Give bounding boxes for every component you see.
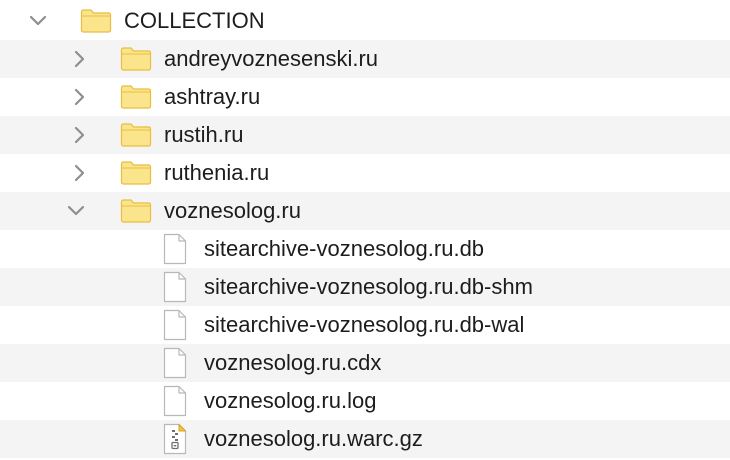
tree-row-folder[interactable]: andreyvoznesenski.ru (0, 40, 730, 78)
tree-label-file: sitearchive-voznesolog.ru.db (204, 236, 485, 261)
tree-row-file[interactable]: voznesolog.ru.warc.gz (0, 420, 730, 458)
chevron-down-icon[interactable] (66, 201, 86, 221)
folder-icon (120, 47, 152, 71)
tree-row-file[interactable]: sitearchive-voznesolog.ru.db-shm (0, 268, 730, 306)
folder-icon (80, 9, 112, 33)
tree-row-folder[interactable]: rustih.ru (0, 116, 730, 154)
tree-row-collection[interactable]: COLLECTION (0, 2, 730, 40)
tree-row-file[interactable]: voznesolog.ru.cdx (0, 344, 730, 382)
tree-label-file: sitearchive-voznesolog.ru.db-wal (204, 312, 525, 337)
tree-row-file[interactable]: sitearchive-voznesolog.ru.db (0, 230, 730, 268)
chevron-right-icon[interactable] (70, 87, 90, 107)
chevron-right-icon[interactable] (70, 125, 90, 145)
tree-label-file: voznesolog.ru.log (204, 388, 377, 413)
document-icon (163, 385, 187, 417)
chevron-right-icon[interactable] (70, 163, 90, 183)
tree-label-folder: ashtray.ru (164, 84, 261, 109)
zip-archive-icon (163, 423, 187, 455)
document-icon (163, 347, 187, 379)
tree-row-folder[interactable]: ruthenia.ru (0, 154, 730, 192)
tree-row-file[interactable]: voznesolog.ru.log (0, 382, 730, 420)
tree-label-folder: rustih.ru (164, 122, 244, 147)
tree-label-folder: andreyvoznesenski.ru (164, 46, 379, 71)
folder-icon (120, 85, 152, 109)
tree-label-file: voznesolog.ru.warc.gz (204, 426, 423, 451)
tree-label-file: voznesolog.ru.cdx (204, 350, 382, 375)
file-tree: COLLECTION andreyvoznesenski.ru ashtray.… (0, 0, 730, 460)
tree-label-folder: voznesolog.ru (164, 198, 301, 223)
document-icon (163, 309, 187, 341)
tree-row-folder[interactable]: ashtray.ru (0, 78, 730, 116)
tree-row-file[interactable]: sitearchive-voznesolog.ru.db-wal (0, 306, 730, 344)
document-icon (163, 271, 187, 303)
folder-icon (120, 123, 152, 147)
tree-label-file: sitearchive-voznesolog.ru.db-shm (204, 274, 533, 299)
chevron-down-icon[interactable] (28, 11, 48, 31)
folder-icon (120, 199, 152, 223)
document-icon (163, 233, 187, 265)
tree-label-folder: ruthenia.ru (164, 160, 270, 185)
tree-row-folder-expanded[interactable]: voznesolog.ru (0, 192, 730, 230)
tree-label-collection: COLLECTION (124, 8, 265, 33)
folder-icon (120, 161, 152, 185)
chevron-right-icon[interactable] (70, 49, 90, 69)
